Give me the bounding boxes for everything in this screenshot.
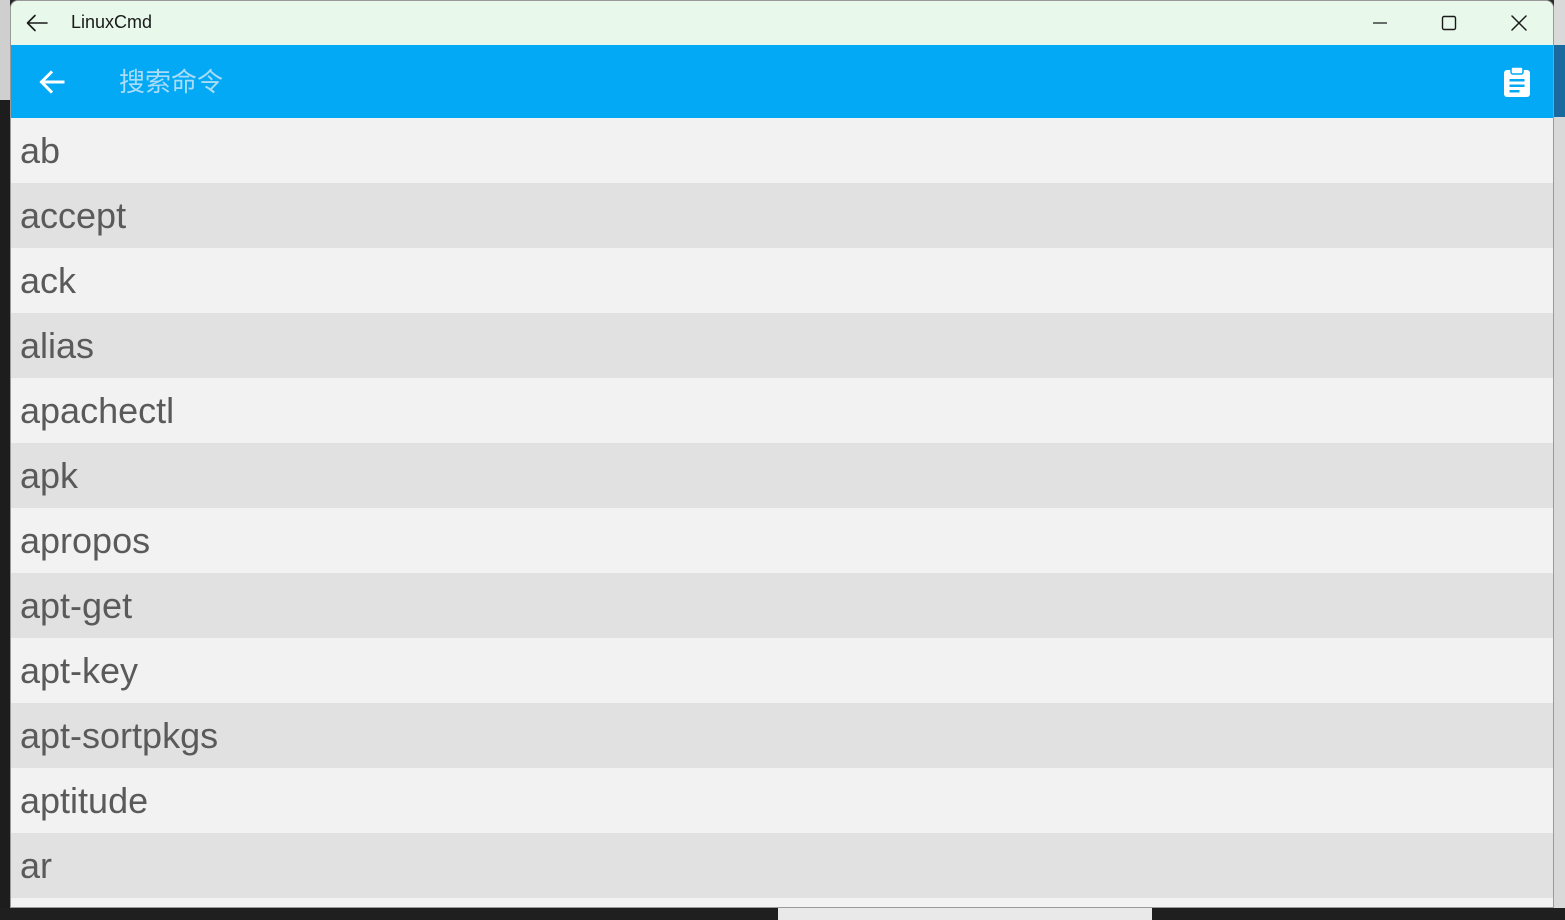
list-item[interactable]: aptitude [11, 768, 1553, 833]
command-list[interactable]: ab accept ack alias apachectl apk apropo… [11, 118, 1553, 907]
arrow-left-icon [26, 14, 48, 32]
list-item[interactable]: ar [11, 833, 1553, 898]
window-title: LinuxCmd [71, 12, 153, 32]
list-item[interactable]: apt-get [11, 573, 1553, 638]
list-item[interactable]: alias [11, 313, 1553, 378]
list-item[interactable]: apk [11, 443, 1553, 508]
list-item[interactable]: ack [11, 248, 1553, 313]
window-back-button[interactable] [25, 11, 49, 35]
maximize-icon [1441, 15, 1457, 31]
search-input[interactable] [117, 63, 1371, 103]
desktop-background-bottom [0, 908, 1565, 920]
close-button[interactable] [1485, 1, 1553, 45]
title-bar: LinuxCmd [11, 1, 1553, 45]
clipboard-icon [1504, 66, 1530, 97]
list-item[interactable]: apropos [11, 508, 1553, 573]
app-window: LinuxCmd 搜索命令 ab accept ack alias apache… [10, 0, 1554, 908]
list-item[interactable]: apachectl [11, 378, 1553, 443]
arrow-back-icon [39, 70, 65, 94]
close-icon [1511, 15, 1527, 31]
list-item[interactable]: apt-key [11, 638, 1553, 703]
toolbar-back-button[interactable] [37, 67, 67, 97]
minimize-icon [1373, 22, 1387, 24]
list-item[interactable]: apt-sortpkgs [11, 703, 1553, 768]
list-item[interactable]: accept [11, 183, 1553, 248]
desktop-background-right [1554, 0, 1565, 920]
list-item[interactable]: ab [11, 118, 1553, 183]
desktop-background-left [0, 0, 10, 920]
minimize-button[interactable] [1346, 1, 1414, 45]
maximize-button[interactable] [1415, 1, 1483, 45]
clipboard-button[interactable] [1501, 65, 1533, 99]
app-toolbar [11, 45, 1553, 118]
